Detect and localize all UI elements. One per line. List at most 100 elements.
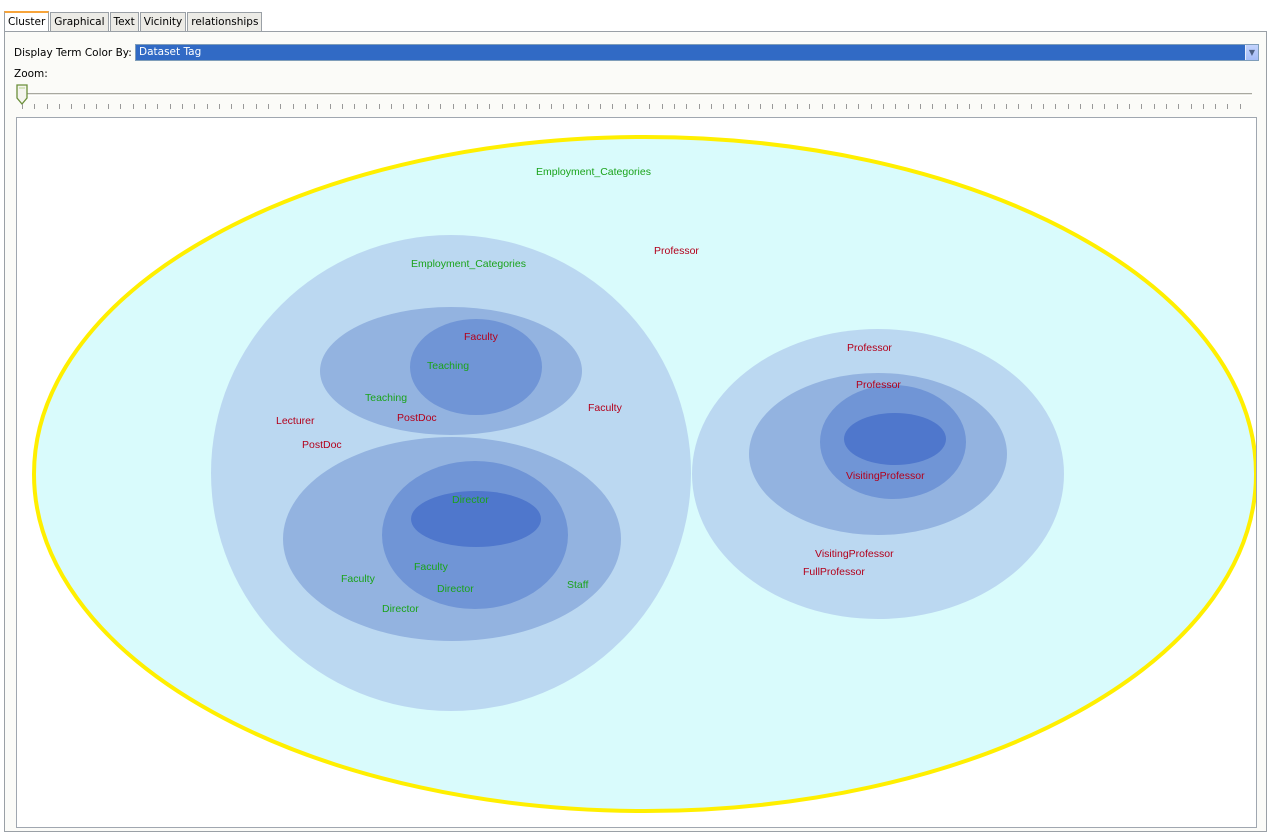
term-visiting-professor[interactable]: VisitingProfessor bbox=[815, 548, 894, 560]
zoom-label: Zoom: bbox=[14, 68, 48, 80]
zoom-tick bbox=[649, 104, 651, 109]
zoom-tick bbox=[1141, 104, 1143, 109]
term-faculty-right[interactable]: Faculty bbox=[588, 402, 622, 414]
zoom-tick bbox=[919, 104, 921, 109]
term-postdoc[interactable]: PostDoc bbox=[302, 439, 342, 451]
zoom-tick bbox=[169, 104, 171, 109]
zoom-tick bbox=[1116, 104, 1118, 109]
zoom-tick bbox=[71, 104, 73, 109]
term-postdoc-inner[interactable]: PostDoc bbox=[397, 412, 437, 424]
term-full-professor[interactable]: FullProfessor bbox=[803, 566, 865, 578]
term-employment-categories-outer[interactable]: Employment_Categories bbox=[536, 166, 651, 178]
zoom-tick bbox=[514, 104, 515, 109]
term-faculty-low[interactable]: Faculty bbox=[341, 573, 375, 585]
zoom-tick bbox=[108, 104, 110, 109]
zoom-tick bbox=[354, 104, 356, 109]
term-professor-outer[interactable]: Professor bbox=[654, 245, 699, 257]
zoom-tick bbox=[575, 104, 577, 109]
zoom-tick bbox=[1178, 104, 1180, 109]
tab-graphical[interactable]: Graphical bbox=[50, 12, 109, 31]
zoom-slider-thumb[interactable] bbox=[15, 84, 29, 106]
view-tabs: Cluster Graphical Text Vicinity relation… bbox=[4, 9, 263, 32]
zoom-tick bbox=[956, 104, 958, 109]
zoom-tick bbox=[526, 104, 528, 109]
zoom-tick bbox=[120, 104, 122, 109]
zoom-tick bbox=[206, 104, 208, 109]
zoom-tick bbox=[145, 104, 146, 109]
zoom-tick bbox=[1079, 104, 1081, 109]
tab-cluster[interactable]: Cluster bbox=[4, 11, 50, 32]
zoom-tick bbox=[1239, 104, 1241, 109]
zoom-tick bbox=[858, 104, 860, 109]
zoom-tick bbox=[833, 104, 835, 109]
term-teaching-inner[interactable]: Teaching bbox=[427, 360, 469, 372]
zoom-tick bbox=[710, 104, 712, 109]
color-by-select[interactable]: Dataset Tag ▼ bbox=[135, 44, 1259, 61]
zoom-tick bbox=[95, 104, 97, 109]
zoom-tick bbox=[1042, 104, 1044, 109]
term-professor-right-mid[interactable]: Professor bbox=[856, 379, 901, 391]
zoom-tick bbox=[1030, 104, 1032, 109]
zoom-tick bbox=[366, 104, 368, 109]
cluster-canvas[interactable]: Employment_Categories Professor Employme… bbox=[16, 117, 1257, 828]
term-employment-categories-left[interactable]: Employment_Categories bbox=[411, 258, 526, 270]
zoom-tick bbox=[231, 104, 233, 109]
zoom-tick bbox=[760, 104, 761, 109]
zoom-tick bbox=[46, 104, 48, 109]
term-director-core[interactable]: Director bbox=[452, 494, 489, 506]
zoom-tick bbox=[464, 104, 466, 109]
zoom-tick bbox=[735, 104, 737, 109]
color-by-value: Dataset Tag bbox=[139, 46, 202, 58]
zoom-tick bbox=[317, 104, 319, 109]
zoom-tick bbox=[587, 104, 589, 109]
zoom-ticks bbox=[22, 104, 1254, 110]
zoom-tick bbox=[304, 104, 306, 109]
zoom-tick bbox=[501, 104, 503, 109]
zoom-tick bbox=[1129, 104, 1130, 109]
term-director-mid[interactable]: Director bbox=[437, 583, 474, 595]
zoom-tick bbox=[378, 104, 380, 109]
zoom-slider-track[interactable] bbox=[20, 93, 1252, 96]
zoom-tick bbox=[1018, 104, 1020, 109]
zoom-tick bbox=[796, 104, 798, 109]
zoom-tick bbox=[1104, 104, 1106, 109]
term-visiting-professor-inner[interactable]: VisitingProfessor bbox=[846, 470, 925, 482]
zoom-tick bbox=[489, 104, 491, 109]
zoom-tick bbox=[181, 104, 183, 109]
zoom-tick bbox=[391, 104, 392, 109]
zoom-tick bbox=[403, 104, 405, 109]
zoom-tick bbox=[477, 104, 479, 109]
tab-relationships[interactable]: relationships bbox=[187, 12, 263, 31]
zoom-tick bbox=[427, 104, 429, 109]
zoom-tick bbox=[329, 104, 331, 109]
visiting-core[interactable] bbox=[844, 413, 946, 465]
zoom-tick bbox=[723, 104, 725, 109]
zoom-tick bbox=[772, 104, 774, 109]
zoom-tick bbox=[1067, 104, 1069, 109]
tab-text[interactable]: Text bbox=[109, 12, 139, 31]
zoom-tick bbox=[895, 104, 897, 109]
tab-vicinity[interactable]: Vicinity bbox=[139, 12, 187, 31]
term-lecturer[interactable]: Lecturer bbox=[276, 415, 315, 427]
zoom-tick bbox=[821, 104, 823, 109]
zoom-tick bbox=[194, 104, 196, 109]
color-by-label: Display Term Color By: bbox=[14, 47, 132, 59]
term-faculty-inner[interactable]: Faculty bbox=[464, 331, 498, 343]
term-faculty-bottom[interactable]: Faculty bbox=[414, 561, 448, 573]
chevron-down-icon[interactable]: ▼ bbox=[1245, 45, 1258, 60]
zoom-tick bbox=[969, 104, 971, 109]
term-teaching[interactable]: Teaching bbox=[365, 392, 407, 404]
zoom-tick bbox=[1215, 104, 1217, 109]
term-director-low[interactable]: Director bbox=[382, 603, 419, 615]
zoom-tick bbox=[157, 104, 159, 109]
zoom-tick bbox=[612, 104, 614, 109]
term-professor-right-top[interactable]: Professor bbox=[847, 342, 892, 354]
zoom-tick bbox=[34, 104, 36, 109]
zoom-tick bbox=[637, 104, 638, 109]
zoom-tick bbox=[698, 104, 700, 109]
zoom-tick bbox=[22, 104, 23, 109]
term-staff[interactable]: Staff bbox=[567, 579, 588, 591]
zoom-tick bbox=[1092, 104, 1094, 109]
zoom-tick bbox=[944, 104, 946, 109]
zoom-tick bbox=[58, 104, 60, 109]
